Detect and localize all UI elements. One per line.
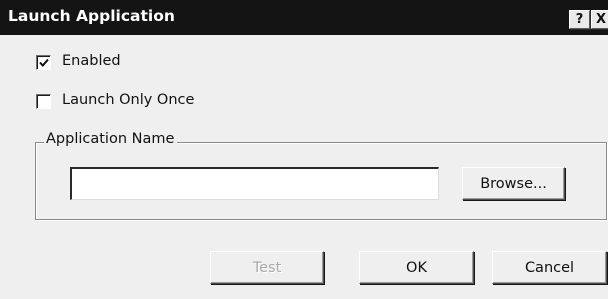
checkmark-icon	[39, 58, 49, 67]
help-icon: ?	[575, 12, 584, 27]
close-button[interactable]: X	[591, 10, 608, 29]
dialog-title: Launch Application	[8, 7, 175, 25]
ok-button[interactable]: OK	[359, 251, 474, 284]
close-icon: X	[595, 12, 607, 27]
application-name-input[interactable]	[70, 167, 439, 200]
enabled-checkbox[interactable]	[36, 55, 51, 70]
launch-once-label: Launch Only Once	[62, 92, 195, 108]
launch-application-dialog: Launch Application ? X Enabled Launch On…	[0, 0, 608, 299]
test-button[interactable]: Test	[210, 251, 324, 284]
help-button[interactable]: ?	[569, 10, 590, 29]
browse-button[interactable]: Browse...	[462, 167, 565, 200]
cancel-button[interactable]: Cancel	[492, 251, 607, 284]
application-name-legend: Application Name	[44, 131, 178, 147]
launch-once-checkbox[interactable]	[36, 94, 51, 109]
enabled-label: Enabled	[62, 53, 121, 69]
title-bar[interactable]: Launch Application ? X	[0, 0, 608, 35]
